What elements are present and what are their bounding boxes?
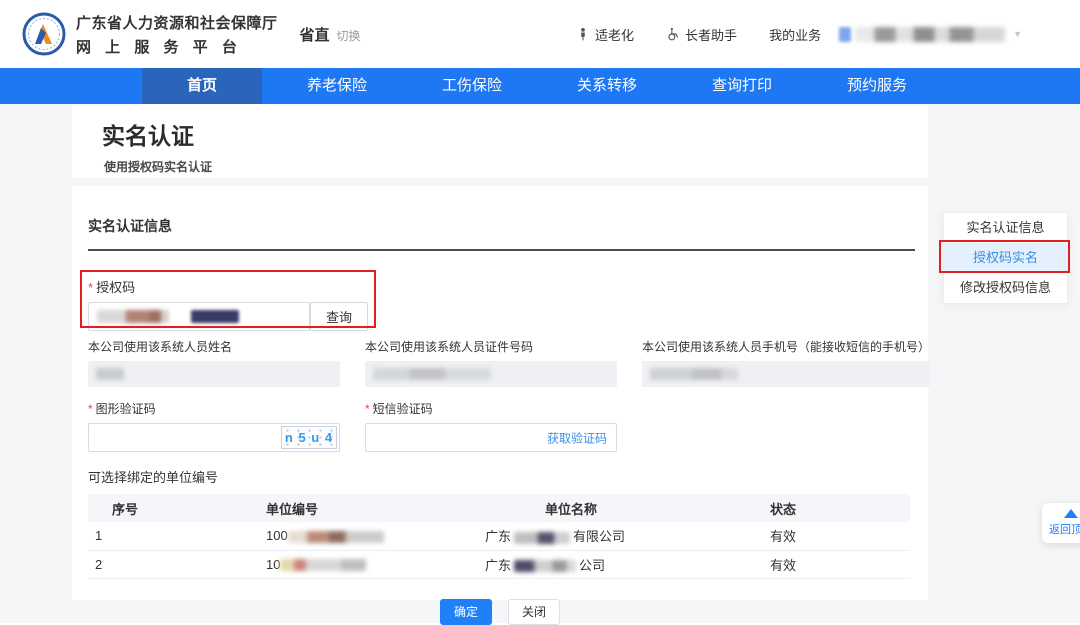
nav-tab-home[interactable]: 首页 <box>142 68 262 104</box>
person-id-field: 本公司使用该系统人员证件号码 <box>365 338 617 387</box>
main-nav: 首页 养老保险 工伤保险 关系转移 查询打印 预约服务 <box>0 68 1080 104</box>
captcha-image[interactable]: n 5 u 4 <box>281 426 337 449</box>
person-name-field: 本公司使用该系统人员姓名 <box>88 338 340 387</box>
nav-tab-pension[interactable]: 养老保险 <box>277 68 397 104</box>
required-mark: * <box>365 402 370 416</box>
anchor-item-auth-code-realname[interactable]: 授权码实名 <box>944 243 1067 273</box>
page-title-card: 实名认证 使用授权码实名认证 <box>72 104 928 178</box>
anchor-menu: 实名认证信息 授权码实名 修改授权码信息 <box>943 212 1068 304</box>
auth-code-row: 查询 <box>88 302 912 331</box>
table-header-row: 序号 单位编号 单位名称 状态 <box>88 494 910 522</box>
confirm-button[interactable]: 确定 <box>440 599 492 625</box>
captcha-label: *图形验证码 <box>88 400 340 417</box>
auth-code-field: *授权码 查询 <box>88 277 912 331</box>
user-menu[interactable]: ▼ <box>839 27 1022 42</box>
auth-code-label: *授权码 <box>88 277 912 296</box>
nav-tab-work-injury[interactable]: 工伤保险 <box>412 68 532 104</box>
required-mark: * <box>88 280 93 295</box>
form-actions: 确定 关闭 <box>88 599 912 625</box>
arrow-up-icon <box>1064 509 1078 518</box>
page-subtitle: 使用授权码实名认证 <box>104 158 928 175</box>
col-header-unit-no: 单位编号 <box>228 494 440 522</box>
my-business-link[interactable]: 我的业务 <box>769 25 821 44</box>
person-icon <box>576 27 590 41</box>
cell-seq: 2 <box>88 550 228 578</box>
nav-tab-relation-transfer[interactable]: 关系转移 <box>547 68 667 104</box>
close-button[interactable]: 关闭 <box>508 599 560 625</box>
org-logo-icon <box>22 12 66 56</box>
brand-text: 广东省人力资源和社会保障厅 网 上 服 务 平 台 <box>76 12 278 57</box>
cell-seq: 1 <box>88 522 228 550</box>
redacted-unit-no <box>280 559 366 571</box>
redacted-person-phone <box>650 368 738 380</box>
col-header-seq: 序号 <box>88 494 228 522</box>
person-name-label: 本公司使用该系统人员姓名 <box>88 338 340 355</box>
section-title: 实名认证信息 <box>88 216 912 236</box>
table-row[interactable]: 1 100 广东有限公司 有效 <box>88 522 910 550</box>
redacted-unit-name <box>514 560 576 572</box>
cell-unit-name: 广东有限公司 <box>440 522 702 550</box>
table-row[interactable]: 2 10 广东公司 有效 <box>88 550 910 578</box>
verification-row: *图形验证码 n 5 u 4 *短信验证码 获取验证码 <box>88 400 912 452</box>
cell-unit-no: 100 <box>228 522 440 550</box>
region-switch-link[interactable]: 切换 <box>337 27 361 44</box>
elder-helper-link[interactable]: 长者助手 <box>666 25 737 44</box>
nav-tab-query-print[interactable]: 查询打印 <box>682 68 802 104</box>
person-phone-label: 本公司使用该系统人员手机号（能接收短信的手机号） <box>642 338 930 355</box>
person-phone-input <box>642 361 930 387</box>
elder-mode-label: 适老化 <box>595 25 634 44</box>
brand: 广东省人力资源和社会保障厅 网 上 服 务 平 台 省直 切换 <box>22 12 361 57</box>
wheelchair-icon <box>666 27 680 41</box>
redacted-auth-code <box>97 310 169 323</box>
unit-table-caption: 可选择绑定的单位编号 <box>88 467 912 486</box>
auth-code-input[interactable] <box>88 302 310 331</box>
nav-tab-appointment[interactable]: 预约服务 <box>817 68 937 104</box>
anchor-item-modify-auth-code[interactable]: 修改授权码信息 <box>944 273 1067 303</box>
col-header-status: 状态 <box>702 494 910 522</box>
unit-table: 序号 单位编号 单位名称 状态 1 100 广东有限公司 有效 <box>88 494 910 579</box>
person-name-input <box>88 361 340 387</box>
captcha-input[interactable]: n 5 u 4 <box>88 423 340 452</box>
page-title: 实名认证 <box>102 117 928 151</box>
content-area: 实名认证 使用授权码实名认证 实名认证信息 *授权码 查询 本公司使用该系统人员… <box>0 104 1080 623</box>
platform-name: 网 上 服 务 平 台 <box>76 36 278 57</box>
cell-status: 有效 <box>702 550 910 578</box>
col-header-unit-name: 单位名称 <box>440 494 702 522</box>
redacted-unit-name <box>514 532 570 544</box>
top-header: 广东省人力资源和社会保障厅 网 上 服 务 平 台 省直 切换 适老化 长者助手… <box>0 0 1080 68</box>
redacted-user-avatar <box>839 27 851 42</box>
redacted-person-name <box>96 368 124 380</box>
back-to-top-label: 返回顶部 <box>1042 521 1080 537</box>
org-name: 广东省人力资源和社会保障厅 <box>76 12 278 33</box>
person-phone-field: 本公司使用该系统人员手机号（能接收短信的手机号） <box>642 338 930 387</box>
realname-form-card: 实名认证信息 *授权码 查询 本公司使用该系统人员姓名 <box>72 186 928 600</box>
person-id-input <box>365 361 617 387</box>
region-block: 省直 切换 <box>300 24 361 45</box>
anchor-item-realname-info[interactable]: 实名认证信息 <box>944 213 1067 243</box>
sms-code-input[interactable]: 获取验证码 <box>365 423 617 452</box>
back-to-top-button[interactable]: 返回顶部 <box>1042 503 1080 543</box>
captcha-field: *图形验证码 n 5 u 4 <box>88 400 340 452</box>
header-links: 适老化 长者助手 我的业务 <box>576 25 821 44</box>
chevron-down-icon: ▼ <box>1013 29 1022 39</box>
redacted-unit-no <box>288 531 384 543</box>
query-button[interactable]: 查询 <box>310 302 368 331</box>
get-sms-code-link[interactable]: 获取验证码 <box>547 429 607 446</box>
sms-code-field: *短信验证码 获取验证码 <box>365 400 617 452</box>
redacted-person-id <box>373 368 491 380</box>
cell-unit-name: 广东公司 <box>440 550 702 578</box>
elder-mode-link[interactable]: 适老化 <box>576 25 634 44</box>
elder-helper-label: 长者助手 <box>685 25 737 44</box>
section-divider <box>88 249 915 251</box>
cell-status: 有效 <box>702 522 910 550</box>
redacted-user-name <box>855 27 1005 42</box>
my-business-label: 我的业务 <box>769 25 821 44</box>
region-label: 省直 <box>300 24 330 45</box>
person-info-row: 本公司使用该系统人员姓名 本公司使用该系统人员证件号码 本公司使用该系统人员手机… <box>88 338 912 387</box>
cell-unit-no: 10 <box>228 550 440 578</box>
required-mark: * <box>88 402 93 416</box>
sms-code-label: *短信验证码 <box>365 400 617 417</box>
redacted-auth-code <box>191 310 239 323</box>
person-id-label: 本公司使用该系统人员证件号码 <box>365 338 617 355</box>
